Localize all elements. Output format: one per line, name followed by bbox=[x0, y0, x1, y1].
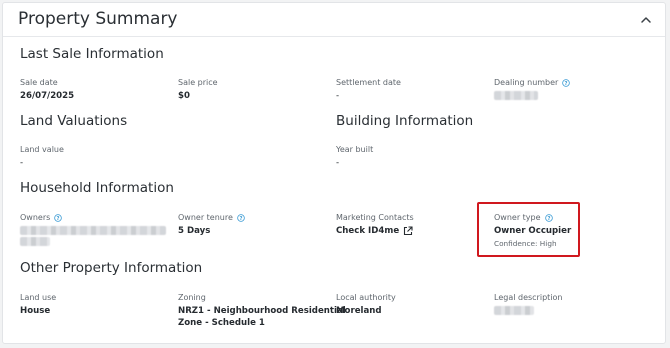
owners-redacted-line-2 bbox=[20, 237, 50, 246]
field-sale-date: Sale date 26/07/2025 bbox=[20, 77, 74, 102]
info-circle-icon[interactable]: ? bbox=[54, 213, 63, 222]
section-title-land-valuations: Land Valuations bbox=[20, 113, 128, 129]
land-value-label: Land value bbox=[20, 145, 64, 154]
zoning-label: Zoning bbox=[178, 293, 206, 302]
svg-text:?: ? bbox=[239, 216, 242, 222]
section-title-last-sale: Last Sale Information bbox=[20, 46, 164, 62]
zoning-value-line-1: NRZ1 - Neighbourhood Residential bbox=[178, 306, 346, 316]
local-authority-value: Moreland bbox=[336, 306, 382, 316]
field-legal-description: Legal description bbox=[494, 292, 562, 315]
zoning-value-line-2: Zone - Schedule 1 bbox=[178, 318, 265, 328]
field-owners: Owners ? bbox=[20, 212, 166, 246]
field-land-use: Land use House bbox=[20, 292, 56, 317]
land-value-value: - bbox=[20, 158, 24, 168]
field-local-authority: Local authority Moreland bbox=[336, 292, 396, 317]
sale-price-value: $0 bbox=[178, 91, 190, 101]
legal-description-label: Legal description bbox=[494, 293, 563, 302]
owners-label: Owners ? bbox=[20, 212, 166, 223]
marketing-contacts-label: Marketing Contacts bbox=[336, 213, 414, 222]
legal-description-redacted bbox=[494, 306, 534, 315]
sale-date-label: Sale date bbox=[20, 78, 58, 87]
section-title-building: Building Information bbox=[336, 113, 474, 129]
field-zoning: Zoning NRZ1 - Neighbourhood Residential … bbox=[178, 292, 346, 329]
field-year-built: Year built - bbox=[336, 144, 373, 169]
field-owner-tenure: Owner tenure ? 5 Days bbox=[178, 212, 245, 237]
svg-text:?: ? bbox=[57, 216, 60, 222]
check-id4me-link[interactable]: Check ID4me bbox=[336, 225, 414, 237]
sale-date-value: 26/07/2025 bbox=[20, 91, 75, 101]
owners-redacted-line-1 bbox=[20, 226, 166, 235]
section-title-household: Household Information bbox=[20, 180, 174, 196]
field-sale-price: Sale price $0 bbox=[178, 77, 218, 102]
field-settlement-date: Settlement date - bbox=[336, 77, 401, 102]
field-dealing-number: Dealing number ? bbox=[494, 77, 571, 100]
dealing-number-redacted bbox=[494, 91, 538, 100]
land-use-value: House bbox=[20, 306, 51, 316]
section-title-other: Other Property Information bbox=[20, 260, 203, 276]
year-built-value: - bbox=[336, 158, 340, 168]
land-use-label: Land use bbox=[20, 293, 57, 302]
sale-price-label: Sale price bbox=[178, 78, 218, 87]
settlement-date-label: Settlement date bbox=[336, 78, 401, 87]
chevron-up-icon[interactable] bbox=[639, 13, 653, 27]
year-built-label: Year built bbox=[336, 145, 374, 154]
local-authority-label: Local authority bbox=[336, 293, 396, 302]
property-summary-card: Property Summary Last Sale Information S… bbox=[2, 2, 666, 344]
dealing-number-label: Dealing number ? bbox=[494, 77, 571, 88]
owner-tenure-label: Owner tenure ? bbox=[178, 212, 245, 223]
info-circle-icon[interactable]: ? bbox=[562, 78, 571, 87]
card-header[interactable]: Property Summary bbox=[3, 3, 665, 37]
owner-type-highlight-box bbox=[477, 202, 580, 257]
owner-tenure-value: 5 Days bbox=[178, 226, 211, 236]
svg-text:?: ? bbox=[565, 81, 568, 87]
external-link-icon bbox=[404, 226, 413, 236]
settlement-date-value: - bbox=[336, 91, 340, 101]
field-marketing-contacts: Marketing Contacts Check ID4me bbox=[336, 212, 414, 237]
field-land-value: Land value - bbox=[20, 144, 64, 169]
card-title: Property Summary bbox=[18, 9, 178, 29]
info-circle-icon[interactable]: ? bbox=[237, 213, 245, 222]
